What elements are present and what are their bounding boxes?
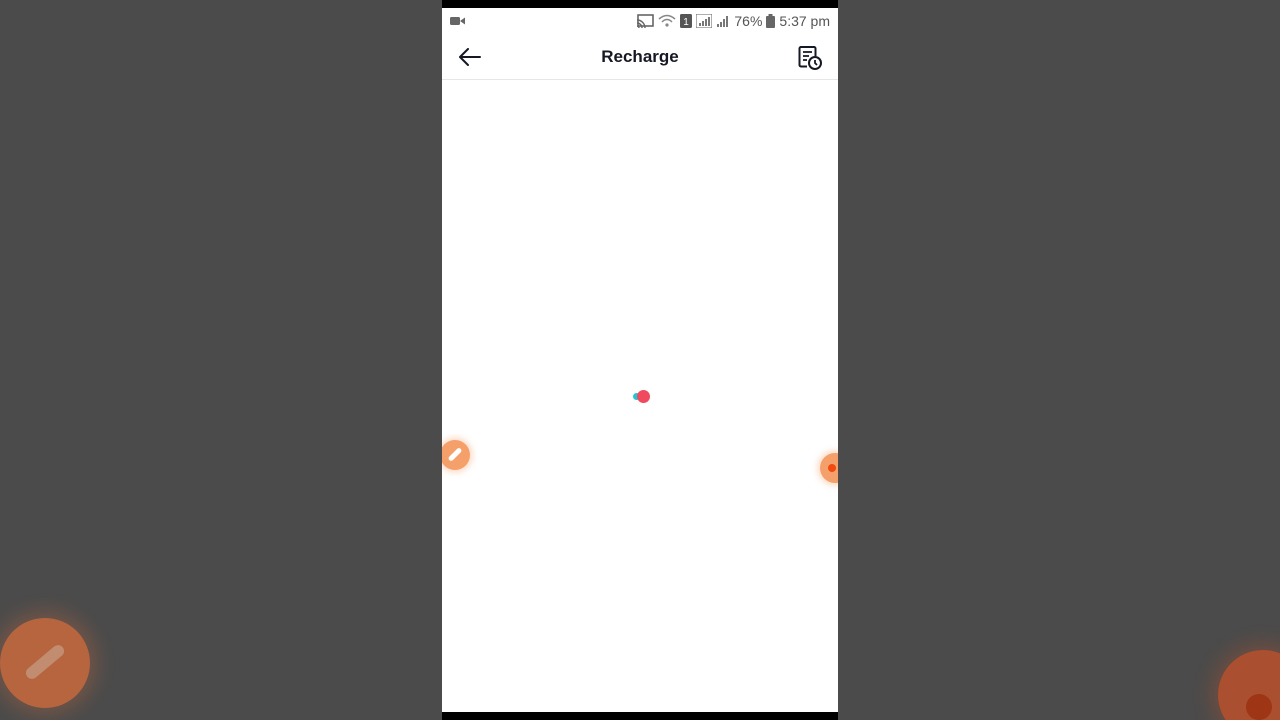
top-letterbox — [442, 0, 838, 8]
bottom-letterbox — [442, 712, 838, 720]
battery-percent: 76% — [734, 13, 763, 29]
transaction-history-button[interactable] — [796, 44, 824, 72]
wifi-calling-icon — [658, 14, 676, 28]
app-header: Recharge — [442, 34, 838, 80]
record-icon — [828, 464, 836, 472]
sim-slot-icon: 1 — [680, 14, 693, 28]
svg-text:1: 1 — [684, 17, 690, 28]
signal-strength-icon — [696, 14, 713, 28]
background-recorder-brush-blob — [0, 618, 90, 708]
background-record-icon — [1246, 694, 1272, 720]
background-recorder-record-blob — [1218, 650, 1280, 720]
loading-dots-icon — [632, 390, 652, 403]
back-button[interactable] — [458, 45, 482, 69]
status-bar: 1 76% 5:37 pm — [442, 8, 838, 34]
arrow-left-icon — [459, 48, 481, 66]
phone-screen: 1 76% 5:37 pm Recharge — [442, 0, 838, 720]
cast-icon — [636, 14, 655, 28]
page-title: Recharge — [601, 46, 679, 66]
video-camera-icon — [450, 15, 466, 27]
transaction-history-icon — [798, 46, 822, 70]
recharge-content — [442, 81, 838, 712]
clock: 5:37 pm — [779, 13, 830, 29]
background-brush-icon — [23, 642, 67, 682]
brush-icon — [447, 447, 463, 462]
loader-dot-red — [637, 390, 650, 403]
battery-icon — [766, 14, 776, 28]
signal-strength-2-icon — [716, 14, 730, 28]
